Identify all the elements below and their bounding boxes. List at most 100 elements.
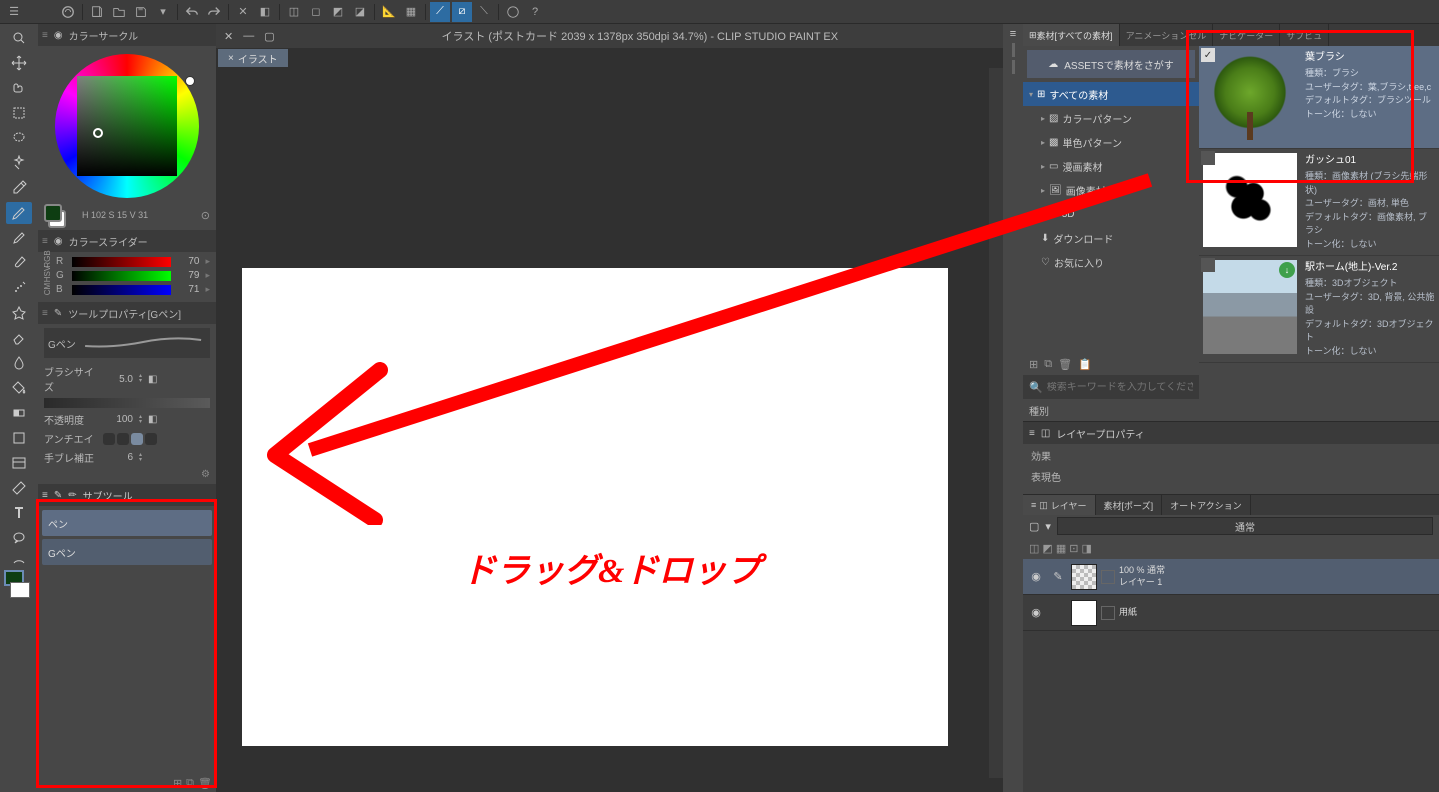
tab-anim-cel[interactable]: アニメーションセル: [1120, 24, 1214, 46]
minimize-icon[interactable]: —: [243, 30, 254, 42]
canvas-viewport[interactable]: [216, 68, 1003, 792]
tree-icon[interactable]: ⊞: [1029, 358, 1038, 371]
b-slider[interactable]: [72, 285, 171, 295]
eyedrop-tool-icon[interactable]: [6, 177, 32, 199]
csp-logo-icon[interactable]: [58, 2, 78, 22]
eye-icon[interactable]: ◉: [1027, 570, 1045, 583]
hue-ring[interactable]: [55, 54, 199, 198]
tree-icon[interactable]: ⧉: [1044, 358, 1052, 371]
tree-item[interactable]: ▸▩単色パターン: [1023, 130, 1199, 154]
fill-icon[interactable]: ◧: [255, 2, 275, 22]
zoom-tool-icon[interactable]: [6, 27, 32, 49]
selection-tool-icon[interactable]: [6, 102, 32, 124]
brush-size-slider[interactable]: [44, 398, 210, 408]
deselect-icon[interactable]: ◻: [306, 2, 326, 22]
move-tool-icon[interactable]: [6, 52, 32, 74]
layer-item[interactable]: ◉ ✎ 100 % 通常レイヤー 1: [1023, 559, 1439, 595]
reselect-icon[interactable]: ◩: [328, 2, 348, 22]
tree-icon[interactable]: 📋: [1078, 358, 1092, 371]
tab-subview[interactable]: サブビュ: [1280, 24, 1329, 46]
color-swatch-pair[interactable]: [4, 570, 30, 598]
g-slider[interactable]: [72, 271, 171, 281]
eye-icon[interactable]: ◉: [1027, 606, 1045, 619]
subtool-item[interactable]: ペン: [42, 510, 212, 536]
layer-icon[interactable]: ⊡: [1069, 542, 1078, 555]
tab-navigator[interactable]: ナビゲーター: [1213, 24, 1280, 46]
edit-icon[interactable]: ✎: [1049, 570, 1067, 583]
open-icon[interactable]: [109, 2, 129, 22]
blend-tool-icon[interactable]: [6, 352, 32, 374]
tree-item[interactable]: ▸▭漫画素材: [1023, 154, 1199, 178]
tree-item[interactable]: ▸🖼画像素材: [1023, 178, 1199, 202]
r-slider[interactable]: [72, 257, 171, 267]
tab-material-pose[interactable]: 素材[ポーズ]: [1096, 495, 1163, 515]
tree-item[interactable]: ▾⊞すべての素材: [1023, 82, 1199, 106]
undo-icon[interactable]: [182, 2, 202, 22]
tree-item[interactable]: ▸▨カラーパターン: [1023, 106, 1199, 130]
layer-icon[interactable]: ▦: [1056, 542, 1066, 555]
new-icon[interactable]: [87, 2, 107, 22]
assets-search-button[interactable]: ☁ASSETSで素材をさがす: [1027, 50, 1195, 78]
layer-lock-icon[interactable]: ▢: [1029, 520, 1039, 533]
scrollbar-v[interactable]: [989, 68, 1003, 778]
material-item[interactable]: ↓ 駅ホーム(地上)-Ver.2 種類：3Dオブジェクト ユーザータグ：3D, …: [1199, 256, 1439, 363]
fill-tool-icon[interactable]: [6, 377, 32, 399]
layer-icon[interactable]: ◩: [1042, 542, 1052, 555]
del-subtool-icon[interactable]: 🗑: [198, 777, 212, 790]
cloud-icon: ↓: [1279, 262, 1295, 278]
eraser-tool-icon[interactable]: [6, 327, 32, 349]
tree-item[interactable]: ⬇ダウンロード: [1023, 226, 1199, 250]
tree-icon[interactable]: 🗑: [1058, 358, 1072, 371]
snap2-icon[interactable]: ⧄: [452, 2, 472, 22]
subtool-item[interactable]: Gペン: [42, 539, 212, 565]
lasso-tool-icon[interactable]: [6, 127, 32, 149]
tree-item[interactable]: ♡お気に入り: [1023, 250, 1199, 274]
gradient-tool-icon[interactable]: [6, 402, 32, 424]
airbrush-tool-icon[interactable]: [6, 277, 32, 299]
snap-icon[interactable]: ⟋: [430, 2, 450, 22]
brush-tool-icon[interactable]: [6, 252, 32, 274]
tab-materials[interactable]: ⊞素材[すべての素材]: [1023, 24, 1120, 46]
fg-swatch[interactable]: [44, 204, 62, 222]
dup-subtool-icon[interactable]: ⧉: [186, 777, 194, 790]
layer-item[interactable]: ◉ 用紙: [1023, 595, 1439, 631]
figure-tool-icon[interactable]: [6, 427, 32, 449]
layer-icon[interactable]: ◨: [1081, 542, 1091, 555]
material-item[interactable]: ガッシュ01 種類：画像素材 (ブラシ先端形状) ユーザータグ：画材, 単色 デ…: [1199, 149, 1439, 256]
help-icon[interactable]: ?: [525, 2, 545, 22]
wand-tool-icon[interactable]: [6, 152, 32, 174]
ruler-icon[interactable]: 📐: [379, 2, 399, 22]
tool-rail: [0, 24, 38, 792]
frame-tool-icon[interactable]: [6, 452, 32, 474]
close-icon[interactable]: ✕: [224, 30, 233, 43]
clear-icon[interactable]: ✕: [233, 2, 253, 22]
maximize-icon[interactable]: ▢: [264, 30, 274, 43]
pencil-tool-icon[interactable]: [6, 227, 32, 249]
balloon-tool-icon[interactable]: [6, 527, 32, 549]
sv-square[interactable]: [77, 76, 177, 176]
tree-item[interactable]: ▸⬡3D: [1023, 202, 1199, 226]
layer-icon[interactable]: ◫: [1029, 542, 1039, 555]
text-tool-icon[interactable]: [6, 502, 32, 524]
add-subtool-icon[interactable]: ⊞: [173, 777, 182, 790]
material-item[interactable]: ✓ 葉ブラシ 種類：ブラシ ユーザータグ：葉,ブラシ,tree,c デフォルトタ…: [1199, 46, 1439, 149]
pen-tool-icon[interactable]: [6, 202, 32, 224]
chevron-down-icon[interactable]: ▾: [153, 2, 173, 22]
blend-mode-select[interactable]: 通常: [1057, 517, 1433, 535]
grid-icon[interactable]: ▦: [401, 2, 421, 22]
material-search-input[interactable]: [1047, 382, 1193, 393]
menu-icon[interactable]: ☰: [4, 2, 24, 22]
ruler-tool-icon[interactable]: [6, 477, 32, 499]
tab-auto-action[interactable]: オートアクション: [1162, 495, 1251, 515]
redo-icon[interactable]: [204, 2, 224, 22]
invert-icon[interactable]: ◪: [350, 2, 370, 22]
canvas-tab[interactable]: ×イラスト: [218, 49, 288, 67]
handle-tool-icon[interactable]: [6, 77, 32, 99]
csp-cloud-icon[interactable]: [503, 2, 523, 22]
tab-layers[interactable]: ≡◫レイヤー: [1023, 495, 1096, 515]
deco-tool-icon[interactable]: [6, 302, 32, 324]
canvas-paper[interactable]: [242, 268, 948, 746]
snap3-icon[interactable]: ⟍: [474, 2, 494, 22]
save-icon[interactable]: [131, 2, 151, 22]
select-all-icon[interactable]: ◫: [284, 2, 304, 22]
